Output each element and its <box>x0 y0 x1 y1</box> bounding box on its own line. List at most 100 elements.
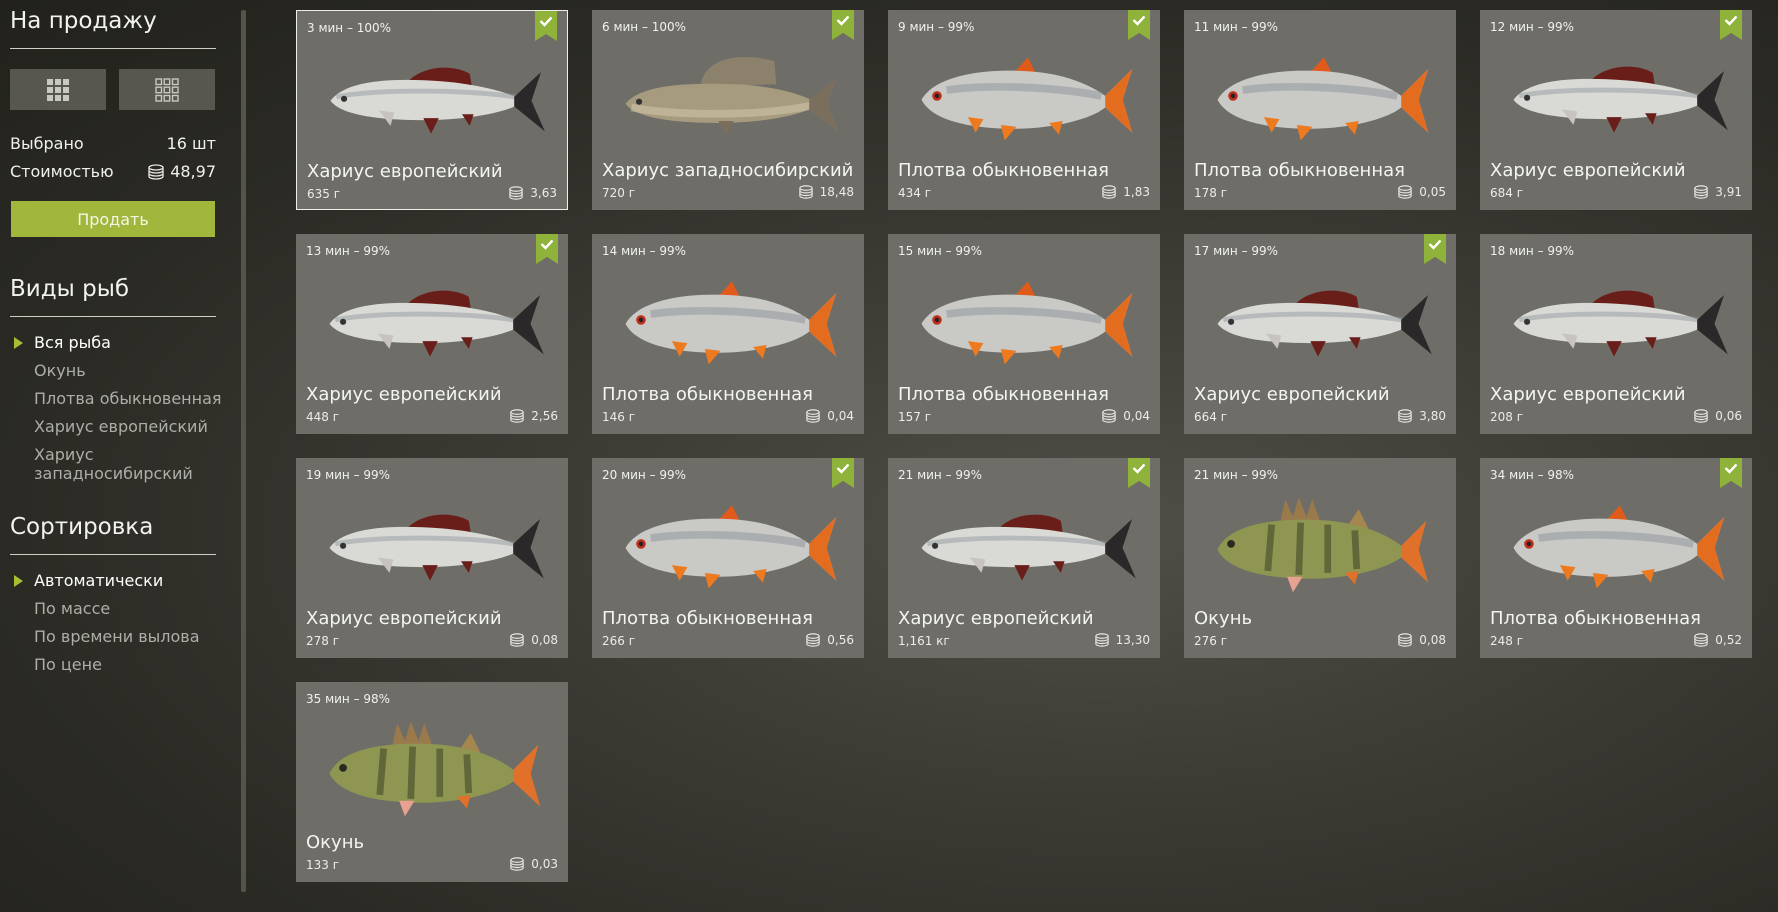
fish-price: 3,91 <box>1693 185 1742 199</box>
coins-icon <box>806 409 820 423</box>
coins-icon <box>1398 185 1412 199</box>
sort-item-auto[interactable]: Автоматически <box>34 571 224 590</box>
grid-small-view-button[interactable] <box>119 69 215 110</box>
divider <box>10 316 216 317</box>
checked-badge-icon <box>1424 234 1446 264</box>
sidebar-scrollbar[interactable] <box>241 10 246 892</box>
fish-price: 0,08 <box>1397 633 1446 647</box>
fish-weight: 178 г <box>1194 186 1228 200</box>
checked-badge-icon <box>1720 458 1742 488</box>
fish-image <box>1217 497 1429 593</box>
coins-icon <box>510 409 524 423</box>
fish-weight: 278 г <box>306 634 340 648</box>
fish-weight: 448 г <box>306 410 340 424</box>
fish-price: 3,63 <box>508 186 557 200</box>
fish-image <box>1513 66 1729 133</box>
catch-time-quality: 3 мин – 100% <box>307 21 392 35</box>
fish-name: Окунь <box>306 832 365 853</box>
species-item-grayling-ws[interactable]: Хариус западносибирский <box>34 445 224 483</box>
species-item-grayling-eu[interactable]: Хариус европейский <box>34 417 224 436</box>
catch-time-quality: 9 мин – 99% <box>898 20 975 34</box>
price-value: 3,63 <box>530 186 557 200</box>
catch-time-quality: 15 мин – 99% <box>898 244 983 258</box>
catch-time-quality: 21 мин – 99% <box>1194 468 1279 482</box>
coins-icon <box>1398 409 1412 423</box>
catch-time-quality: 12 мин – 99% <box>1490 20 1575 34</box>
selected-stat: Выбрано 16 шт <box>10 134 216 153</box>
active-marker-icon <box>14 575 23 587</box>
coins-icon <box>1694 633 1708 647</box>
catch-time-quality: 35 мин – 98% <box>306 692 391 706</box>
checked-badge-icon <box>535 11 557 41</box>
fish-card[interactable]: 14 мин – 99% Плотва обыкновенная 146 г 0,0… <box>592 234 864 434</box>
fish-name: Плотва обыкновенная <box>602 608 813 629</box>
fish-price: 0,56 <box>805 633 854 647</box>
fish-image <box>1513 505 1725 589</box>
checked-badge-icon <box>1720 10 1742 40</box>
coins-icon <box>1102 185 1116 199</box>
fish-card[interactable]: 35 мин – 98% Окунь 133 г 0,03 <box>296 682 568 882</box>
price-value: 1,83 <box>1123 185 1150 199</box>
sort-item-price[interactable]: По цене <box>34 655 224 674</box>
grid-small-icon <box>155 77 179 102</box>
sort-item-mass[interactable]: По массе <box>34 599 224 618</box>
fish-price: 0,06 <box>1693 409 1742 423</box>
species-item-roach[interactable]: Плотва обыкновенная <box>34 389 224 408</box>
fish-card[interactable]: 13 мин – 99% Хариус европейский 448 г 2,56 <box>296 234 568 434</box>
selected-label: Выбрано <box>10 134 84 153</box>
fish-name: Плотва обыкновенная <box>602 384 813 405</box>
fish-name: Хариус европейский <box>1194 384 1390 405</box>
coins-icon <box>1694 409 1708 423</box>
sort-title: Сортировка <box>10 514 154 540</box>
fish-image <box>625 281 837 365</box>
fish-image <box>329 514 545 581</box>
fish-name: Хариус европейский <box>1490 160 1686 181</box>
fish-card[interactable]: 6 мин – 100% Хариус западносибирский 720 … <box>592 10 864 210</box>
fish-image <box>625 505 837 589</box>
species-item-perch[interactable]: Окунь <box>34 361 224 380</box>
fish-card[interactable]: 20 мин – 99% Плотва обыкновенная 266 г 0,5… <box>592 458 864 658</box>
species-title: Виды рыб <box>10 276 130 302</box>
fish-image <box>1513 290 1729 357</box>
fish-card[interactable]: 34 мин – 98% Плотва обыкновенная 248 г 0,5… <box>1480 458 1752 658</box>
fish-price: 13,30 <box>1094 633 1150 647</box>
species-item-all[interactable]: Вся рыба <box>34 333 224 352</box>
fish-card[interactable]: 19 мин – 99% Хариус европейский 278 г 0,08 <box>296 458 568 658</box>
cost-value: 48,97 <box>170 162 216 181</box>
fish-image <box>921 57 1133 141</box>
catch-time-quality: 20 мин – 99% <box>602 468 687 482</box>
fish-weight: 684 г <box>1490 186 1524 200</box>
catch-time-quality: 21 мин – 99% <box>898 468 983 482</box>
price-value: 0,08 <box>531 633 558 647</box>
coins-icon <box>1094 633 1109 647</box>
grid-large-view-button[interactable] <box>10 69 106 110</box>
fish-price: 0,04 <box>1101 409 1150 423</box>
sort-item-time[interactable]: По времени вылова <box>34 627 224 646</box>
coins-icon <box>1398 633 1412 647</box>
fish-card[interactable]: 12 мин – 99% Хариус европейский 684 г 3,91 <box>1480 10 1752 210</box>
fish-weight: 1,161 кг <box>898 634 950 648</box>
price-value: 0,03 <box>531 857 558 871</box>
fish-price: 1,83 <box>1101 185 1150 199</box>
price-value: 0,52 <box>1715 633 1742 647</box>
fish-card[interactable]: 9 мин – 99% Плотва обыкновенная 434 г 1,83 <box>888 10 1160 210</box>
fish-image <box>329 721 541 817</box>
price-value: 0,06 <box>1715 409 1742 423</box>
fish-weight: 664 г <box>1194 410 1228 424</box>
fish-card[interactable]: 17 мин – 99% Хариус европейский 664 г 3,80 <box>1184 234 1456 434</box>
sale-title: На продажу <box>10 8 157 34</box>
catch-time-quality: 11 мин – 99% <box>1194 20 1279 34</box>
sell-button[interactable]: Продать <box>11 201 215 237</box>
fish-card[interactable]: 15 мин – 99% Плотва обыкновенная 157 г 0,0… <box>888 234 1160 434</box>
fish-card[interactable]: 11 мин – 99% Плотва обыкновенная 178 г 0,0… <box>1184 10 1456 210</box>
coins-icon <box>510 633 524 647</box>
fish-card[interactable]: 18 мин – 99% Хариус европейский 208 г 0,06 <box>1480 234 1752 434</box>
price-value: 3,80 <box>1419 409 1446 423</box>
fish-card[interactable]: 3 мин – 100% Хариус европейский 635 г 3,63 <box>296 10 568 210</box>
fish-weight: 434 г <box>898 186 932 200</box>
fish-name: Окунь <box>1194 608 1253 629</box>
fish-card[interactable]: 21 мин – 99% Хариус европейский 1,161 кг 1… <box>888 458 1160 658</box>
price-value: 0,08 <box>1419 633 1446 647</box>
fish-card[interactable]: 21 мин – 99% Окунь 276 г 0,08 <box>1184 458 1456 658</box>
fish-price: 0,52 <box>1693 633 1742 647</box>
